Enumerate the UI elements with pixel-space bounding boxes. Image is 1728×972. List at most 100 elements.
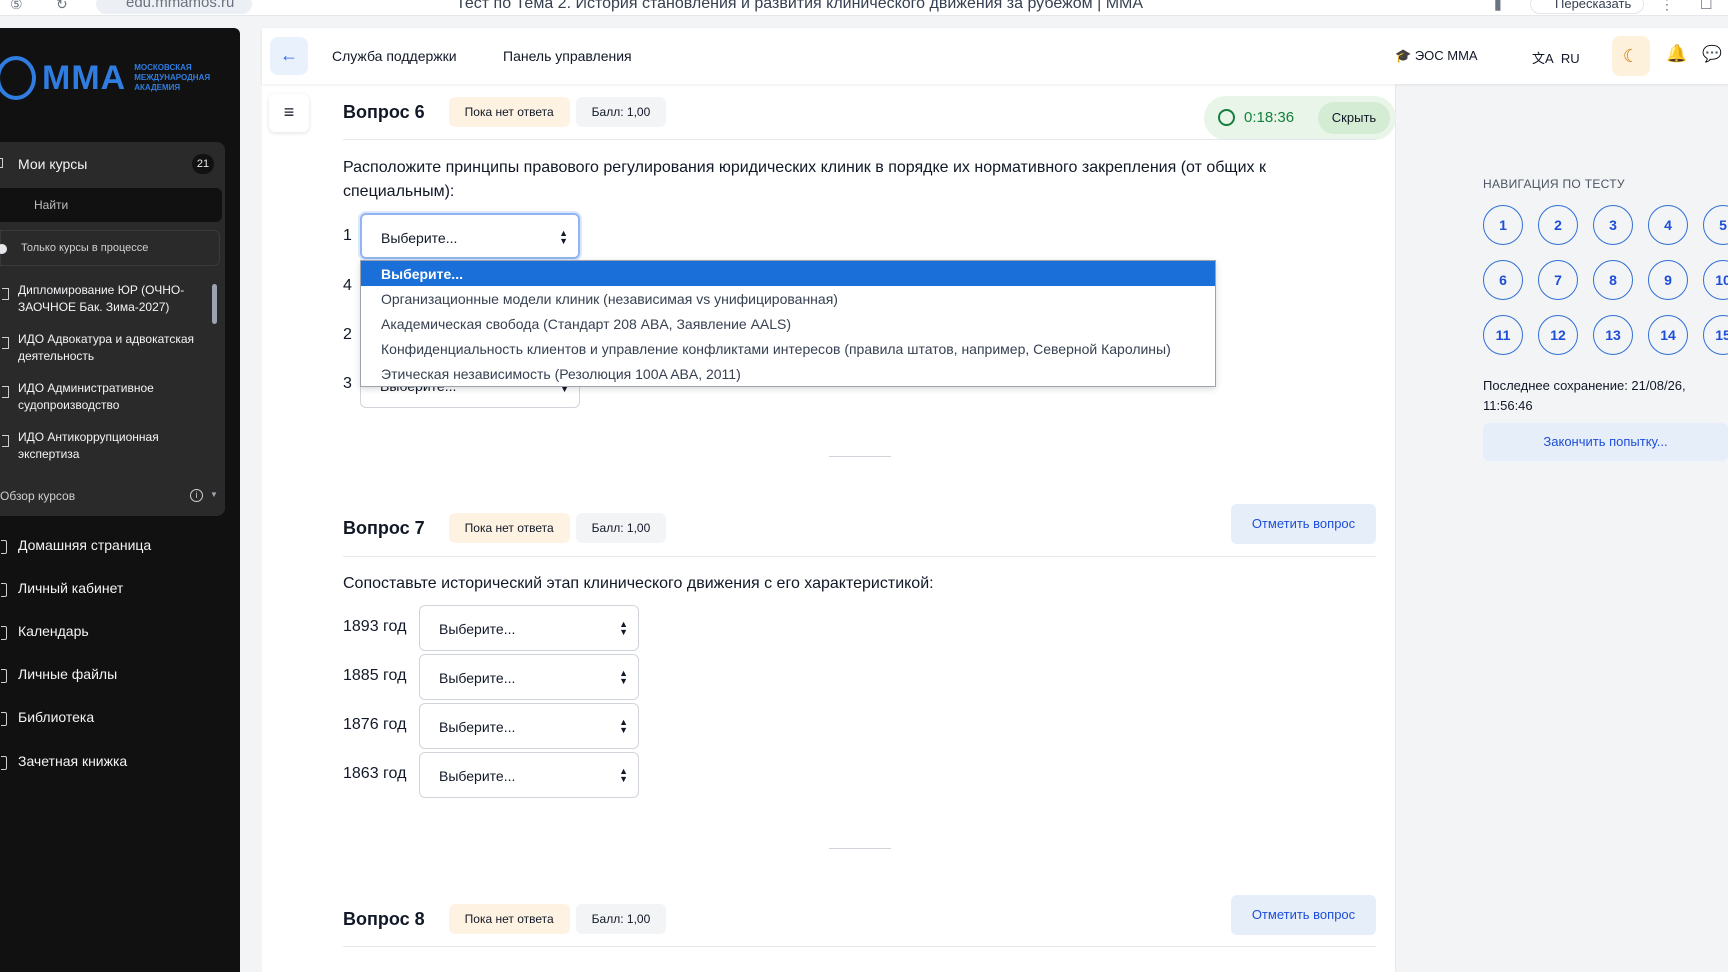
question-nav-button[interactable]: 8 xyxy=(1593,260,1633,300)
reload-icon[interactable]: ↻ xyxy=(56,0,68,13)
dropdown-option[interactable]: Выберите... xyxy=(361,261,1215,286)
course-item[interactable]: ИДО Адвокатура и адвокатская деятельност… xyxy=(2,331,203,365)
answer-select[interactable]: Выберите... ▲▼ xyxy=(419,752,639,798)
select-caret-icon: ▲▼ xyxy=(619,717,628,735)
score-badge: Балл: 1,00 xyxy=(575,513,667,543)
comment-icon[interactable]: ☐ xyxy=(1700,0,1713,13)
answer-select[interactable]: Выберите... ▲▼ xyxy=(360,213,580,259)
divider xyxy=(343,139,1376,140)
menu-icon: ≡ xyxy=(283,102,295,122)
question-nav-button[interactable]: 1 xyxy=(1483,205,1523,245)
language-switch[interactable]: 文A RU xyxy=(1532,48,1580,67)
nav-calendar[interactable]: Календарь xyxy=(1,623,89,640)
courses-panel: Мои курсы 21 Найти Только курсы в процес… xyxy=(0,142,225,516)
course-item[interactable]: ИДО Антикоррупционная экспертиза xyxy=(2,429,203,463)
logo-text: ММА xyxy=(42,58,127,97)
question-nav-button[interactable]: 13 xyxy=(1593,315,1633,355)
flag-question-button[interactable]: Отметить вопрос xyxy=(1231,895,1376,935)
question-title: Вопрос 7 xyxy=(343,517,425,538)
my-courses-title[interactable]: Мои курсы xyxy=(18,156,87,172)
nav-gradebook[interactable]: Зачетная книжка xyxy=(0,753,127,770)
divider xyxy=(343,556,1376,557)
question-nav-button[interactable]: 11 xyxy=(1483,315,1523,355)
status-badge: Пока нет ответа xyxy=(448,904,570,934)
support-link[interactable]: Служба поддержки xyxy=(332,48,457,64)
course-item[interactable]: Дипломирование ЮР (ОЧНО-ЗАОЧНОЕ Бак. Зим… xyxy=(2,282,203,316)
translate-icon: 文A xyxy=(1532,51,1554,66)
question-nav-button[interactable]: 3 xyxy=(1593,205,1633,245)
question-title: Вопрос 8 xyxy=(343,908,425,929)
course-item[interactable]: ИДО Административное судопроизводство xyxy=(2,380,203,414)
question-title: Вопрос 6 xyxy=(343,101,425,122)
drawer-toggle-button[interactable]: ≡ xyxy=(269,94,309,132)
courses-count-badge: 21 xyxy=(192,154,214,174)
question-nav-button[interactable]: 7 xyxy=(1538,260,1578,300)
divider xyxy=(343,946,1376,947)
row-label: 1893 год xyxy=(343,618,407,635)
answer-select[interactable]: Выберите... ▲▼ xyxy=(419,654,639,700)
chat-icon[interactable]: 💬 xyxy=(1702,44,1722,64)
eos-link[interactable]: 🎓 ЭОС ММА xyxy=(1395,48,1478,64)
scroll-down-icon[interactable]: ▼ xyxy=(210,490,218,499)
globe-icon xyxy=(0,56,36,100)
status-badge: Пока нет ответа xyxy=(448,97,570,127)
row-label: 3 xyxy=(343,375,352,392)
question-nav-button[interactable]: 4 xyxy=(1648,205,1688,245)
question-nav-button[interactable]: 9 xyxy=(1648,260,1688,300)
back-button[interactable]: ← xyxy=(270,37,308,75)
row-label: 2 xyxy=(343,326,352,343)
score-badge: Балл: 1,00 xyxy=(575,97,667,127)
nav-profile[interactable]: Личный кабинет xyxy=(0,580,123,597)
finish-attempt-button[interactable]: Закончить попытку... xyxy=(1483,423,1728,461)
select-caret-icon: ▲▼ xyxy=(619,766,628,784)
select-dropdown-list: Выберите... Организационные модели клини… xyxy=(360,260,1216,387)
dashboard-link[interactable]: Панель управления xyxy=(503,48,632,64)
flag-question-button[interactable]: Отметить вопрос xyxy=(1231,504,1376,544)
row-label: 4 xyxy=(343,277,352,294)
course-overview-link[interactable]: Обзор курсов xyxy=(0,489,75,503)
question-nav-button[interactable]: 14 xyxy=(1648,315,1688,355)
extension-icon[interactable]: ⑤ xyxy=(10,0,23,13)
question-nav-button[interactable]: 12 xyxy=(1538,315,1578,355)
nav-files[interactable]: Личные файлы xyxy=(0,666,117,683)
course-search-input[interactable]: Найти xyxy=(0,188,222,222)
question-nav-button[interactable]: 2 xyxy=(1538,205,1578,245)
score-badge: Балл: 1,00 xyxy=(575,904,667,934)
question-7-header: Вопрос 7 Пока нет ответа Балл: 1,00 xyxy=(343,513,667,543)
select-caret-icon: ▲▼ xyxy=(619,668,628,686)
bell-icon[interactable]: 🔔 xyxy=(1666,44,1687,64)
test-nav-title: НАВИГАЦИЯ ПО ТЕСТУ xyxy=(1483,177,1625,191)
book-icon xyxy=(0,158,3,168)
top-header: ← Служба поддержки Панель управления 🎓 Э… xyxy=(262,28,1728,84)
status-badge: Пока нет ответа xyxy=(448,513,570,543)
address-bar[interactable]: edu.mmamos.ru xyxy=(96,0,252,14)
dropdown-option[interactable]: Этическая независимость (Резолюция 100A … xyxy=(361,361,1215,386)
browser-bar: ⑤ ↻ edu.mmamos.ru Тест по Тема 2. Истори… xyxy=(0,0,1728,16)
logo[interactable]: ММА МОСКОВСКАЯ МЕЖДУНАРОДНАЯ АКАДЕМИЯ xyxy=(0,56,210,100)
nav-home[interactable]: Домашняя страница xyxy=(0,537,151,554)
select-caret-icon: ▲▼ xyxy=(559,228,568,246)
question-6-header: Вопрос 6 Пока нет ответа Балл: 1,00 xyxy=(343,97,667,127)
graduation-cap-icon: 🎓 xyxy=(1395,48,1412,63)
dropdown-option[interactable]: Организационные модели клиник (независим… xyxy=(361,286,1215,311)
answer-select[interactable]: Выберите... ▲▼ xyxy=(419,703,639,749)
bookmark-icon[interactable]: ▮ xyxy=(1494,0,1502,13)
retell-button[interactable]: Пересказать xyxy=(1530,0,1645,14)
timer: 0:18:36 Скрыть xyxy=(1204,96,1396,140)
row-label: 1863 год xyxy=(343,765,407,782)
info-icon[interactable]: i xyxy=(190,489,203,502)
dropdown-option[interactable]: Конфиденциальность клиентов и управление… xyxy=(361,336,1215,361)
question-nav-button[interactable]: 6 xyxy=(1483,260,1523,300)
theme-toggle-button[interactable]: ☾ xyxy=(1612,36,1650,76)
filter-label: Только курсы в процессе xyxy=(21,242,149,254)
timer-value: 0:18:36 xyxy=(1244,109,1295,126)
question-8-header: Вопрос 8 Пока нет ответа Балл: 1,00 xyxy=(343,904,667,934)
answer-select[interactable]: Выберите... ▲▼ xyxy=(419,605,639,651)
dropdown-option[interactable]: Академическая свобода (Стандарт 208 ABA,… xyxy=(361,311,1215,336)
course-list-scrollbar[interactable] xyxy=(212,284,217,324)
hide-timer-button[interactable]: Скрыть xyxy=(1318,102,1390,134)
in-progress-filter[interactable]: Только курсы в процессе xyxy=(0,230,220,266)
more-icon[interactable]: ⋮ xyxy=(1660,0,1674,13)
nav-library[interactable]: Библиотека xyxy=(0,709,94,726)
toggle-icon[interactable] xyxy=(0,244,7,254)
